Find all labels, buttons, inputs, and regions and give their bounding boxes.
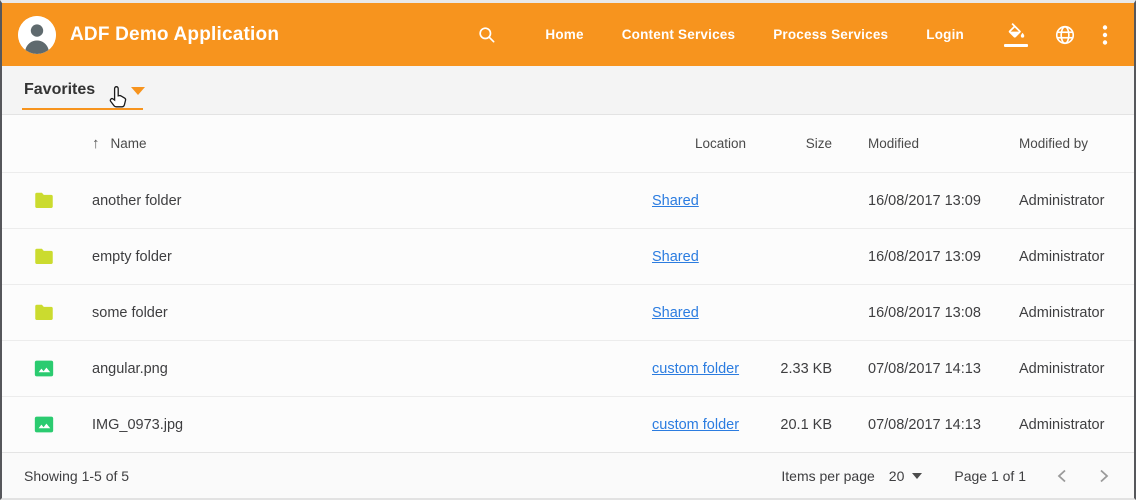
- row-modified-by: Administrator: [1019, 305, 1114, 321]
- row-icon-cell: [34, 304, 92, 321]
- nav-content-services[interactable]: Content Services: [622, 27, 736, 42]
- row-location-cell: custom folder: [652, 361, 772, 377]
- table-row[interactable]: IMG_0973.jpg custom folder 20.1 KB 07/08…: [2, 396, 1134, 452]
- row-icon-cell: [34, 416, 92, 433]
- folder-icon: [34, 304, 54, 321]
- avatar[interactable]: [18, 16, 56, 54]
- image-icon: [34, 416, 54, 433]
- row-modified: 16/08/2017 13:09: [868, 193, 1019, 209]
- column-header-modified-by[interactable]: Modified by: [1019, 136, 1114, 151]
- showing-count: Showing 1-5 of 5: [24, 468, 129, 484]
- pagination-footer: Showing 1-5 of 5 Items per page 20 Page …: [2, 452, 1134, 498]
- theme-picker-button[interactable]: [1004, 23, 1028, 47]
- row-icon-cell: [34, 248, 92, 265]
- folder-icon: [34, 192, 54, 209]
- items-per-page-label: Items per page: [781, 468, 874, 484]
- row-icon-cell: [34, 192, 92, 209]
- row-modified: 16/08/2017 13:08: [868, 305, 1019, 321]
- app-window: ADF Demo Application Home Content Servic…: [0, 0, 1136, 500]
- row-name: IMG_0973.jpg: [92, 417, 652, 433]
- row-name: some folder: [92, 305, 652, 321]
- row-name: empty folder: [92, 249, 652, 265]
- row-modified: 16/08/2017 13:09: [868, 249, 1019, 265]
- language-button[interactable]: [1054, 24, 1076, 46]
- row-location-cell: Shared: [652, 249, 772, 265]
- table-row[interactable]: some folder Shared 16/08/2017 13:08 Admi…: [2, 284, 1134, 340]
- nav-process-services[interactable]: Process Services: [773, 27, 888, 42]
- column-header-size[interactable]: Size: [772, 136, 832, 151]
- column-header-modified[interactable]: Modified: [868, 136, 1019, 151]
- location-link[interactable]: Shared: [652, 249, 699, 265]
- table-row[interactable]: another folder Shared 16/08/2017 13:09 A…: [2, 172, 1134, 228]
- row-modified-by: Administrator: [1019, 193, 1114, 209]
- table-body: another folder Shared 16/08/2017 13:09 A…: [2, 172, 1134, 452]
- chevron-right-icon: [1098, 469, 1110, 483]
- document-list: ↑ Name Location Size Modified Modified b…: [2, 115, 1134, 452]
- location-link[interactable]: Shared: [652, 193, 699, 209]
- row-modified-by: Administrator: [1019, 249, 1114, 265]
- theme-underline: [1004, 44, 1028, 47]
- app-header: ADF Demo Application Home Content Servic…: [2, 3, 1134, 66]
- nav-home[interactable]: Home: [545, 27, 583, 42]
- location-link[interactable]: custom folder: [652, 361, 739, 377]
- row-modified-by: Administrator: [1019, 361, 1114, 377]
- row-location-cell: Shared: [652, 193, 772, 209]
- page-indicator: Page 1 of 1: [954, 468, 1026, 484]
- color-fill-icon: [1006, 23, 1027, 42]
- table-header-row: ↑ Name Location Size Modified Modified b…: [2, 115, 1134, 172]
- column-header-name[interactable]: ↑ Name: [92, 135, 652, 152]
- row-modified: 07/08/2017 14:13: [868, 361, 1019, 377]
- sort-ascending-icon: ↑: [92, 135, 100, 152]
- items-per-page-value: 20: [889, 468, 905, 484]
- table-row[interactable]: empty folder Shared 16/08/2017 13:09 Adm…: [2, 228, 1134, 284]
- location-link[interactable]: Shared: [652, 305, 699, 321]
- row-icon-cell: [34, 360, 92, 377]
- column-header-name-label: Name: [111, 136, 147, 151]
- folder-icon: [34, 248, 54, 265]
- row-modified-by: Administrator: [1019, 417, 1114, 433]
- items-per-page-caret-icon: [912, 473, 922, 479]
- previous-page-button[interactable]: [1056, 469, 1068, 483]
- row-size: 20.1 KB: [772, 417, 832, 433]
- row-name: another folder: [92, 193, 652, 209]
- nav-login[interactable]: Login: [926, 27, 964, 42]
- app-title: ADF Demo Application: [70, 24, 279, 46]
- row-size: 2.33 KB: [772, 361, 832, 377]
- row-location-cell: Shared: [652, 305, 772, 321]
- more-menu-button[interactable]: [1102, 24, 1108, 46]
- image-icon: [34, 360, 54, 377]
- next-page-button[interactable]: [1098, 469, 1110, 483]
- view-label: Favorites: [24, 81, 95, 99]
- column-header-location[interactable]: Location: [652, 136, 772, 151]
- search-button[interactable]: [477, 25, 497, 45]
- row-location-cell: custom folder: [652, 417, 772, 433]
- person-icon: [18, 16, 56, 54]
- table-row[interactable]: angular.png custom folder 2.33 KB 07/08/…: [2, 340, 1134, 396]
- view-selector-bar: Favorites: [2, 66, 1134, 115]
- chevron-left-icon: [1056, 469, 1068, 483]
- items-per-page-select[interactable]: 20: [889, 468, 923, 484]
- row-name: angular.png: [92, 361, 652, 377]
- row-modified: 07/08/2017 14:13: [868, 417, 1019, 433]
- search-icon: [477, 25, 497, 45]
- kebab-menu-icon: [1102, 24, 1108, 46]
- view-underline: [22, 108, 143, 110]
- location-link[interactable]: custom folder: [652, 417, 739, 433]
- favorites-dropdown[interactable]: Favorites: [24, 81, 145, 99]
- globe-icon: [1054, 24, 1076, 46]
- dropdown-caret-icon: [131, 87, 145, 95]
